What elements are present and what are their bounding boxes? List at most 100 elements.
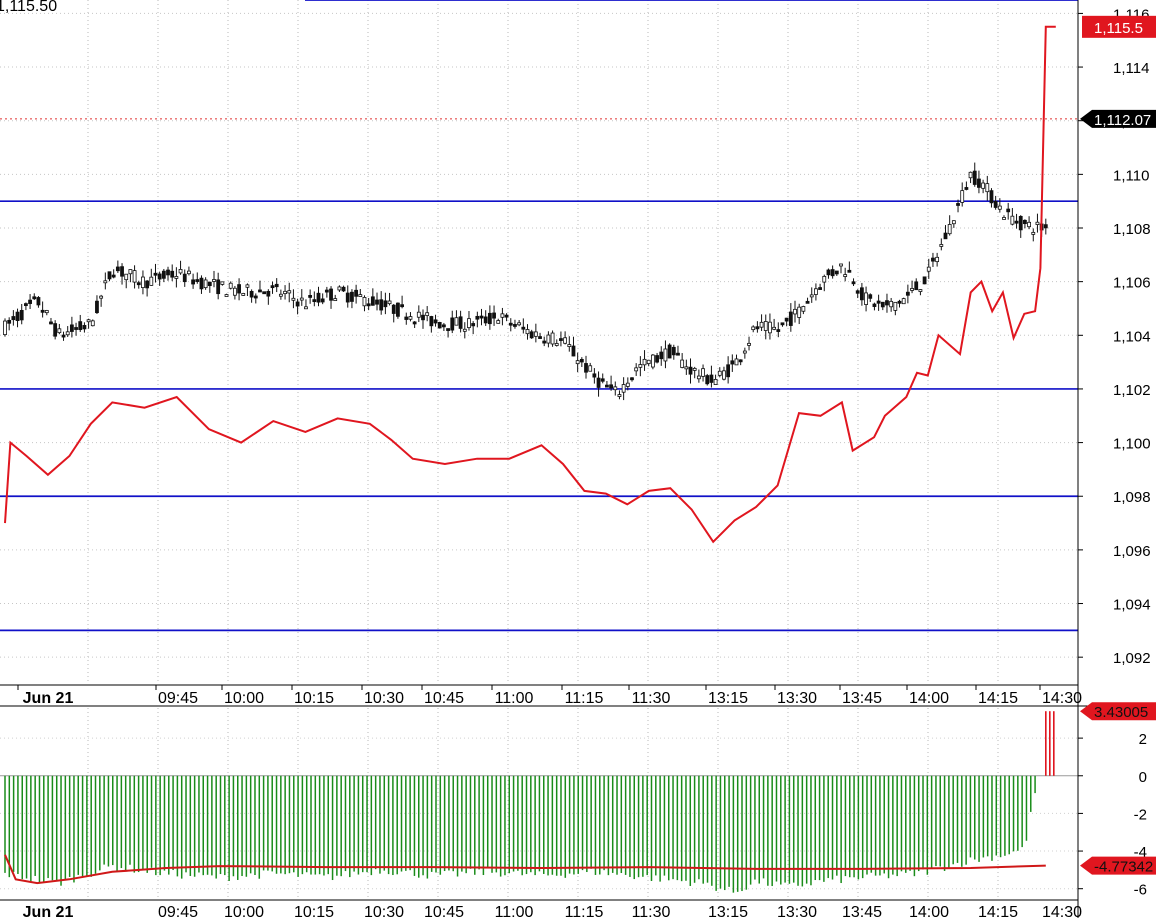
red-line-value-badge: 1,115.5	[1094, 20, 1143, 37]
candle-body	[617, 394, 622, 397]
candle-body	[659, 351, 664, 360]
candle-body	[124, 273, 129, 281]
candle-body	[329, 288, 333, 301]
candle-body	[483, 316, 488, 324]
candle-body	[742, 350, 747, 354]
y-tick-label: 1,100	[1113, 436, 1151, 453]
candle-body	[78, 321, 83, 331]
candle-body	[717, 370, 722, 376]
candle-body	[182, 273, 187, 283]
candle-body	[416, 311, 421, 318]
candle-body	[993, 200, 998, 208]
candle-body	[270, 285, 275, 289]
candle-body	[513, 324, 517, 327]
candle-body	[23, 303, 28, 306]
candle-body	[471, 323, 476, 327]
candle-body	[1018, 215, 1023, 231]
candle-body	[249, 290, 254, 298]
candle-body	[600, 378, 605, 382]
candle-body	[688, 366, 693, 375]
candle-body	[475, 315, 480, 320]
candle-body	[713, 379, 718, 385]
candle-body	[232, 287, 237, 296]
candle-body	[951, 220, 956, 225]
candle-body	[61, 334, 66, 338]
candle-body	[224, 294, 229, 297]
candle-body	[57, 328, 62, 334]
candle-body	[579, 358, 584, 363]
x-tick-label: 13:30	[777, 690, 817, 707]
candle-body	[839, 263, 843, 267]
chart-svg[interactable]: 1,1161,1141,1121,1101,1081,1061,1041,102…	[0, 0, 1156, 921]
candle-body	[195, 279, 200, 282]
lower-x-tick-label: 13:15	[708, 904, 748, 918]
candle-body	[178, 269, 183, 274]
candle-body	[437, 322, 442, 329]
candle-body	[747, 342, 751, 346]
candle-body	[872, 303, 877, 307]
candle-body	[939, 244, 944, 247]
candle-body	[621, 384, 626, 393]
candle-body	[1035, 221, 1040, 225]
lower-y-tick-label: 0	[1139, 769, 1147, 786]
candle-body	[387, 300, 392, 305]
candle-body	[981, 182, 986, 189]
candle-body	[893, 301, 898, 311]
candle-body	[880, 301, 885, 308]
candle-body	[780, 322, 785, 326]
candle-body	[479, 315, 484, 319]
candle-body	[542, 340, 547, 344]
candle-body	[441, 324, 446, 328]
candle-body	[324, 289, 329, 293]
chart-area[interactable]: 1,1161,1141,1121,1101,1081,1061,1041,102…	[0, 0, 1156, 921]
candle-body	[529, 331, 534, 339]
candle-body	[701, 368, 705, 377]
candle-body	[508, 322, 513, 326]
candle-body	[822, 275, 827, 283]
lower-y-tick-label: -2	[1134, 806, 1147, 823]
candle-body	[550, 332, 555, 345]
candle-body	[408, 316, 413, 320]
lower-y-tick-label: -6	[1134, 882, 1147, 899]
candle-body	[299, 297, 304, 301]
candle-body	[396, 302, 400, 317]
candle-body	[487, 312, 492, 325]
candle-body	[968, 171, 973, 179]
candle-body	[3, 320, 7, 336]
candle-body	[885, 300, 889, 306]
lower-x-tick-label: 14:30	[1042, 904, 1082, 918]
x-tick-label: 09:45	[158, 690, 198, 707]
candle-body	[141, 276, 145, 289]
lower-x-tick-label: 14:15	[978, 904, 1018, 918]
lower-x-tick-label: 10:00	[224, 904, 264, 918]
candle-body	[650, 354, 655, 368]
candle-body	[128, 269, 133, 275]
x-tick-label: Jun 21	[23, 690, 74, 707]
candle-body	[69, 324, 74, 332]
candle-body	[36, 297, 41, 306]
candle-body	[49, 321, 53, 325]
candle-body	[521, 326, 526, 330]
candle-body	[563, 337, 568, 344]
lower-x-tick-label: 09:45	[158, 904, 198, 918]
x-tick-label: 13:45	[842, 690, 882, 707]
candle-body	[788, 311, 793, 326]
candle-body	[931, 257, 935, 262]
candle-body	[855, 290, 860, 294]
candle-body	[500, 313, 505, 318]
candle-body	[228, 282, 233, 289]
candle-body	[283, 290, 287, 295]
y-tick-label: 1,106	[1113, 275, 1151, 292]
candle-body	[926, 266, 931, 272]
candle-body	[350, 291, 354, 302]
candle-body	[922, 276, 927, 285]
candle-body	[253, 295, 258, 299]
y-tick-label: 1,098	[1113, 489, 1151, 506]
candle-body	[53, 323, 58, 337]
x-tick-label: 10:15	[294, 690, 334, 707]
candle-body	[170, 270, 175, 278]
candle-body	[1002, 217, 1006, 220]
candle-body	[864, 292, 868, 305]
lower-x-tick-label: 11:30	[632, 904, 671, 918]
candle-body	[44, 310, 49, 314]
